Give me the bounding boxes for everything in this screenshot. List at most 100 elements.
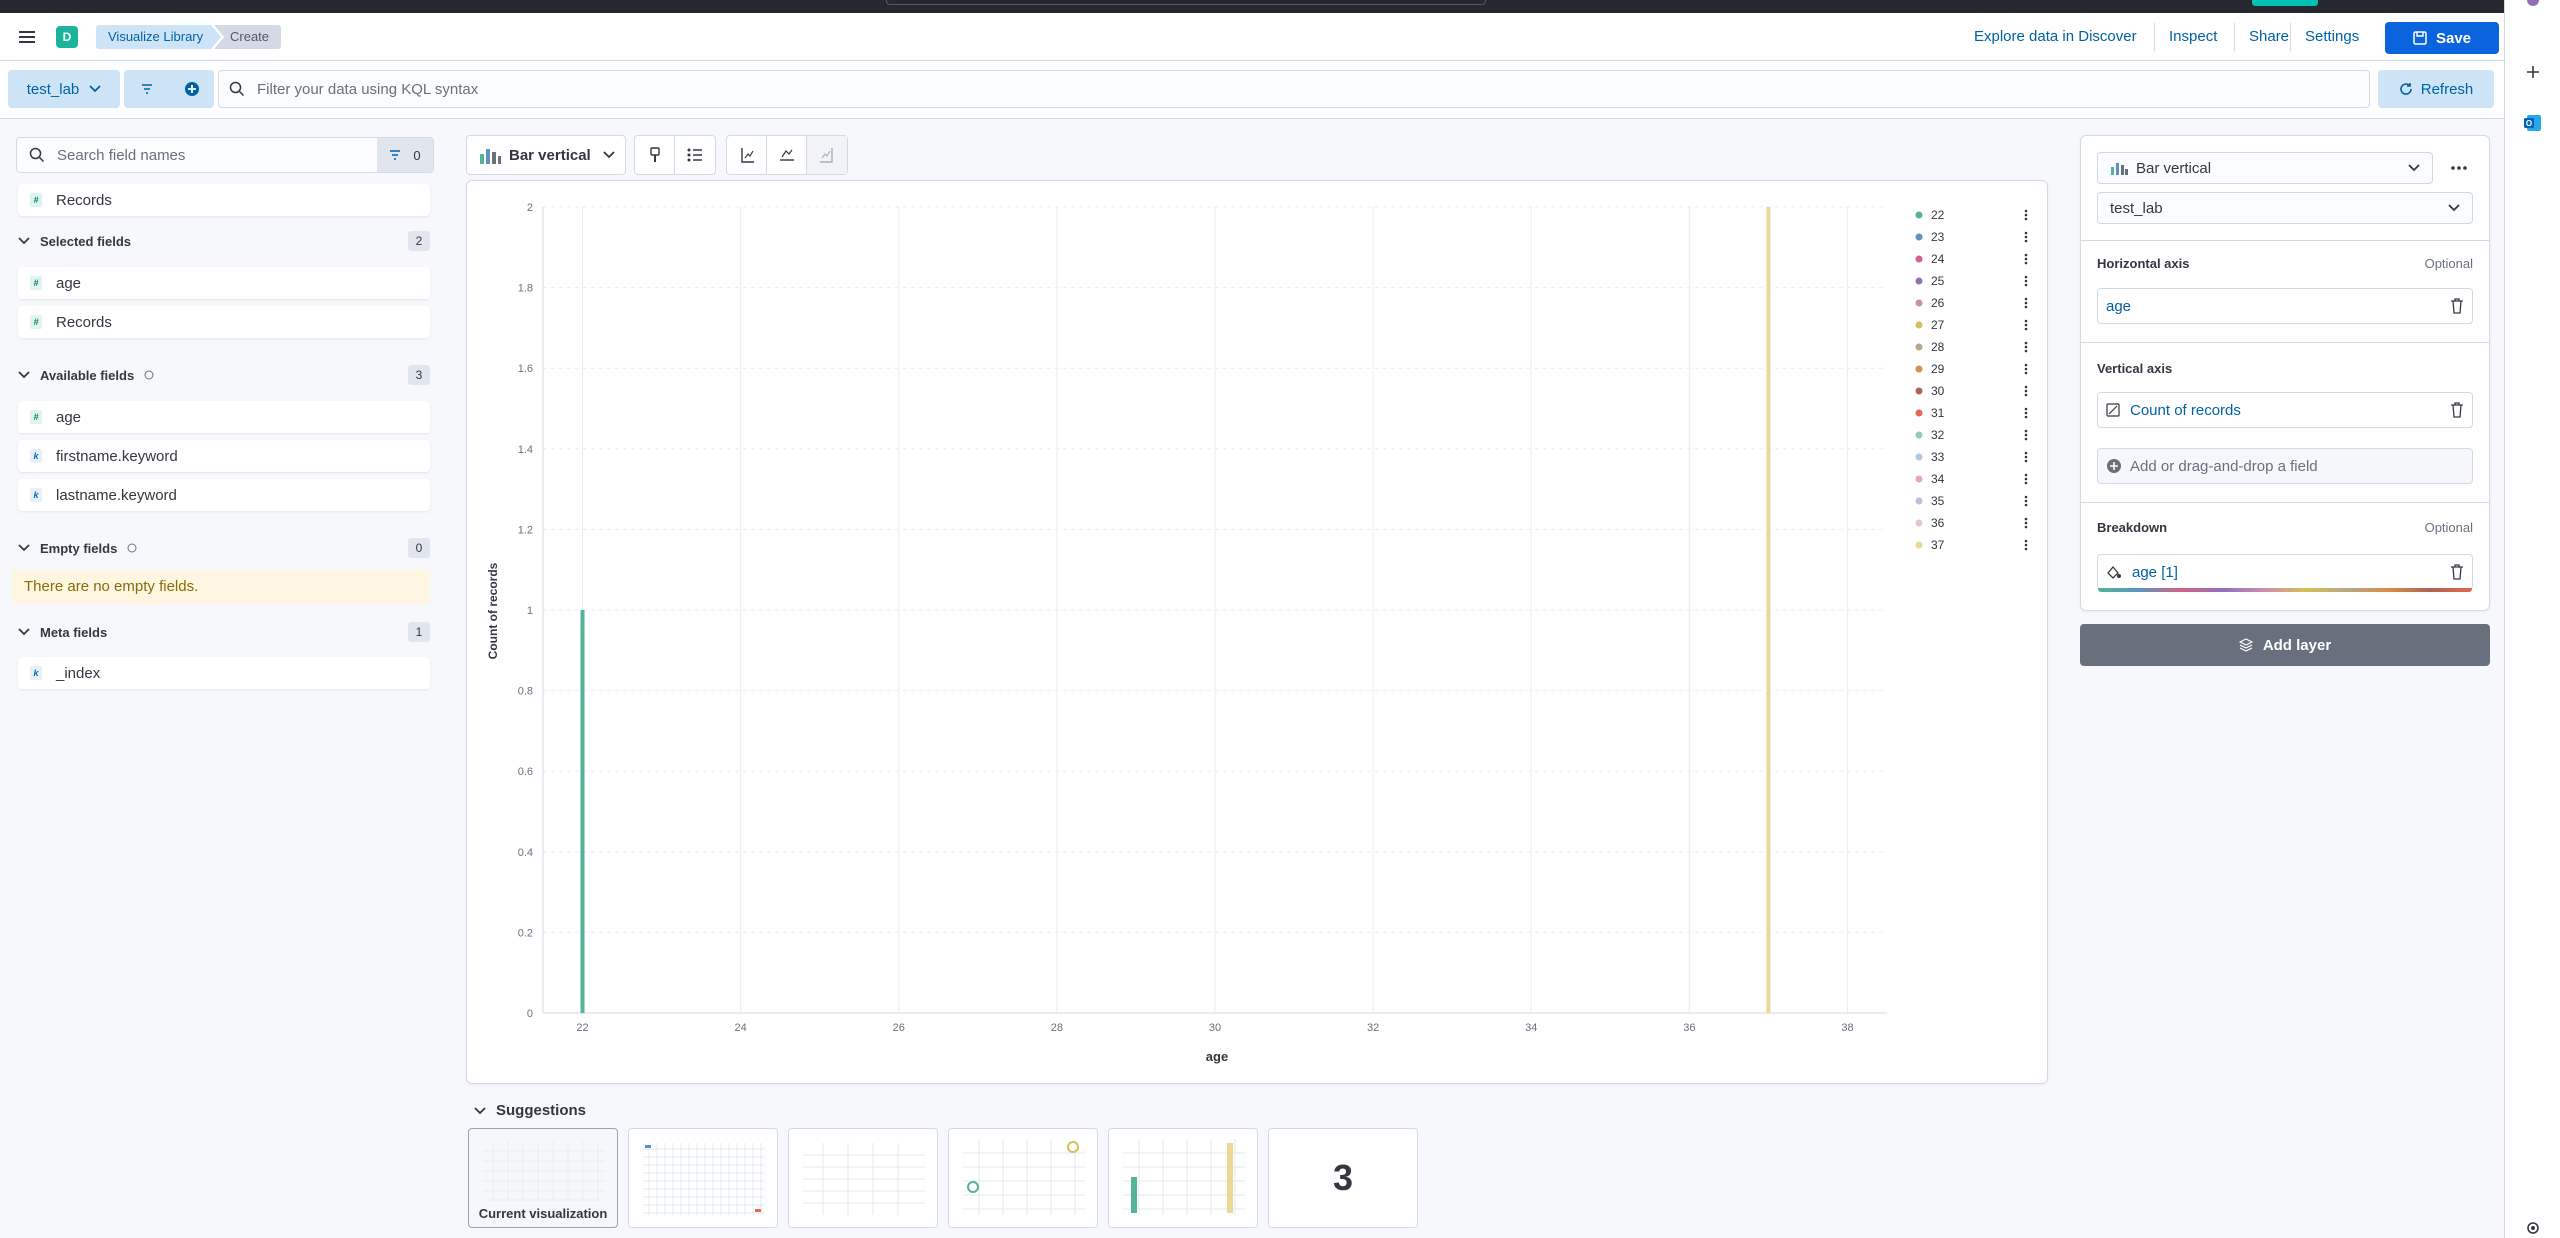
suggestion-metric[interactable]: 3 (1268, 1128, 1418, 1228)
explore-in-discover-link[interactable]: Explore data in Discover (1974, 25, 2137, 49)
legend-item-35[interactable]: 35 (1915, 494, 2028, 508)
number-type-icon: # (30, 276, 42, 290)
gear-icon[interactable] (2505, 1220, 2560, 1236)
add-field-dropzone[interactable]: Add or drag-and-drop a field (2097, 448, 2473, 484)
legend-actions-icon[interactable] (2024, 275, 2028, 287)
y-tick-label: 1.8 (518, 283, 533, 295)
legend-actions-icon[interactable] (2024, 385, 2028, 397)
legend-item-29[interactable]: 29 (1915, 362, 2028, 376)
field-item-age[interactable]: # age (18, 267, 430, 299)
bar-age-37[interactable] (1766, 207, 1771, 1013)
refresh-button[interactable]: Refresh (2378, 70, 2494, 108)
legend-actions-icon[interactable] (2024, 429, 2028, 441)
legend-swatch (1915, 497, 1923, 505)
suggestion-table[interactable] (788, 1128, 938, 1228)
legend-actions-icon[interactable] (2024, 517, 2028, 529)
layer-chart-type-select[interactable]: Bar vertical (2097, 152, 2433, 184)
space-avatar[interactable]: D (56, 26, 78, 48)
left-axis-icon[interactable] (727, 136, 767, 174)
section-selected-fields[interactable]: Selected fields 2 (18, 229, 430, 253)
legend-actions-icon[interactable] (2024, 539, 2028, 551)
suggestions-toggle[interactable]: Suggestions (474, 1102, 586, 1119)
field-name: lastname.keyword (56, 486, 177, 504)
field-item-records[interactable]: # Records (18, 306, 430, 338)
section-meta-fields[interactable]: Meta fields 1 (18, 620, 430, 644)
suggestion-current-visualization[interactable]: Current visualization (468, 1128, 618, 1228)
legend-swatch (1915, 519, 1923, 527)
suggestion-bar[interactable] (1108, 1128, 1258, 1228)
legend-actions-icon[interactable] (2024, 209, 2028, 221)
layer-data-view-select[interactable]: test_lab (2097, 192, 2473, 224)
section-empty-fields[interactable]: Empty fields 0 (18, 536, 430, 560)
legend-item-37[interactable]: 37 (1915, 538, 2028, 552)
trash-icon[interactable] (2450, 402, 2464, 418)
suggestions-title: Suggestions (496, 1102, 587, 1119)
settings-link[interactable]: Settings (2305, 25, 2359, 49)
legend-actions-icon[interactable] (2024, 495, 2028, 507)
field-item-index[interactable]: k _index (18, 657, 430, 689)
legend-actions-icon[interactable] (2024, 231, 2028, 243)
save-button[interactable]: Save (2385, 22, 2499, 54)
legend-item-25[interactable]: 25 (1915, 274, 2028, 288)
legend-item-27[interactable]: 27 (1915, 318, 2028, 332)
trash-icon[interactable] (2450, 298, 2464, 314)
legend-item-22[interactable]: 22 (1915, 208, 2028, 222)
field-name: age (56, 408, 82, 426)
legend-actions-icon[interactable] (2024, 407, 2028, 419)
filter-menu-icon[interactable] (124, 70, 169, 108)
breadcrumb-visualize-library[interactable]: Visualize Library (96, 25, 221, 49)
field-item-firstname-keyword[interactable]: k firstname.keyword (18, 440, 430, 472)
global-search-field[interactable] (886, 0, 1486, 5)
legend-item-28[interactable]: 28 (1915, 340, 2028, 354)
right-axis-icon[interactable] (807, 136, 847, 174)
field-item-age[interactable]: # age (18, 401, 430, 433)
data-view-picker[interactable]: test_lab (8, 70, 120, 108)
horizontal-axis-field[interactable]: age (2097, 288, 2473, 324)
field-search-input[interactable]: Search field names 0 (16, 137, 434, 173)
bottom-axis-icon[interactable] (767, 136, 807, 174)
legend-item-30[interactable]: 30 (1915, 384, 2028, 398)
field-item-lastname-keyword[interactable]: k lastname.keyword (18, 479, 430, 511)
paintbrush-icon[interactable] (635, 136, 675, 174)
legend-actions-icon[interactable] (2024, 451, 2028, 463)
legend-item-32[interactable]: 32 (1915, 428, 2028, 442)
bar-age-22[interactable] (580, 610, 585, 1013)
vertical-axis-field[interactable]: Count of records (2097, 392, 2473, 428)
legend-actions-icon[interactable] (2024, 341, 2028, 353)
share-link[interactable]: Share (2249, 25, 2289, 49)
inspect-link[interactable]: Inspect (2169, 25, 2217, 49)
add-layer-button[interactable]: Add layer (2080, 624, 2490, 666)
assistant-icon[interactable] (2505, 0, 2560, 8)
legend-item-31[interactable]: 31 (1915, 406, 2028, 420)
section-available-fields[interactable]: Available fields 3 (18, 363, 430, 387)
legend-item-36[interactable]: 36 (1915, 516, 2028, 530)
app-header: D Visualize Library Create Explore data … (0, 13, 2504, 61)
legend-swatch (1915, 343, 1923, 351)
legend-item-24[interactable]: 24 (1915, 252, 2028, 266)
trash-icon[interactable] (2450, 564, 2464, 580)
legend-item-26[interactable]: 26 (1915, 296, 2028, 310)
kql-search-input[interactable]: Filter your data using KQL syntax (218, 70, 2370, 108)
breakdown-field[interactable]: age [1] (2097, 554, 2473, 590)
legend-actions-icon[interactable] (2024, 363, 2028, 375)
suggestion-heatmap[interactable] (628, 1128, 778, 1228)
plus-icon[interactable] (2505, 64, 2560, 80)
legend-item-34[interactable]: 34 (1915, 472, 2028, 486)
layer-actions-icon[interactable] (2441, 154, 2477, 182)
legend-actions-icon[interactable] (2024, 253, 2028, 265)
legend-item-33[interactable]: 33 (1915, 450, 2028, 464)
field-item-records[interactable]: # Records (18, 184, 430, 216)
legend-icon[interactable] (675, 136, 715, 174)
global-header-button[interactable] (2252, 0, 2318, 6)
menu-icon[interactable] (16, 27, 38, 47)
outlook-icon[interactable]: O (2505, 114, 2560, 132)
legend-actions-icon[interactable] (2024, 297, 2028, 309)
chart-type-picker[interactable]: Bar vertical (466, 135, 626, 175)
legend-actions-icon[interactable] (2024, 319, 2028, 331)
chart-panel: 0 0.2 0.4 0.6 0.8 1 1.2 1.4 1.6 1.8 2 22 24 26 28 30 32… (466, 180, 2048, 1084)
legend-item-23[interactable]: 23 (1915, 230, 2028, 244)
field-type-filter[interactable]: 0 (377, 138, 433, 172)
suggestion-scatter[interactable] (948, 1128, 1098, 1228)
legend-actions-icon[interactable] (2024, 473, 2028, 485)
add-filter-icon[interactable] (169, 70, 214, 108)
